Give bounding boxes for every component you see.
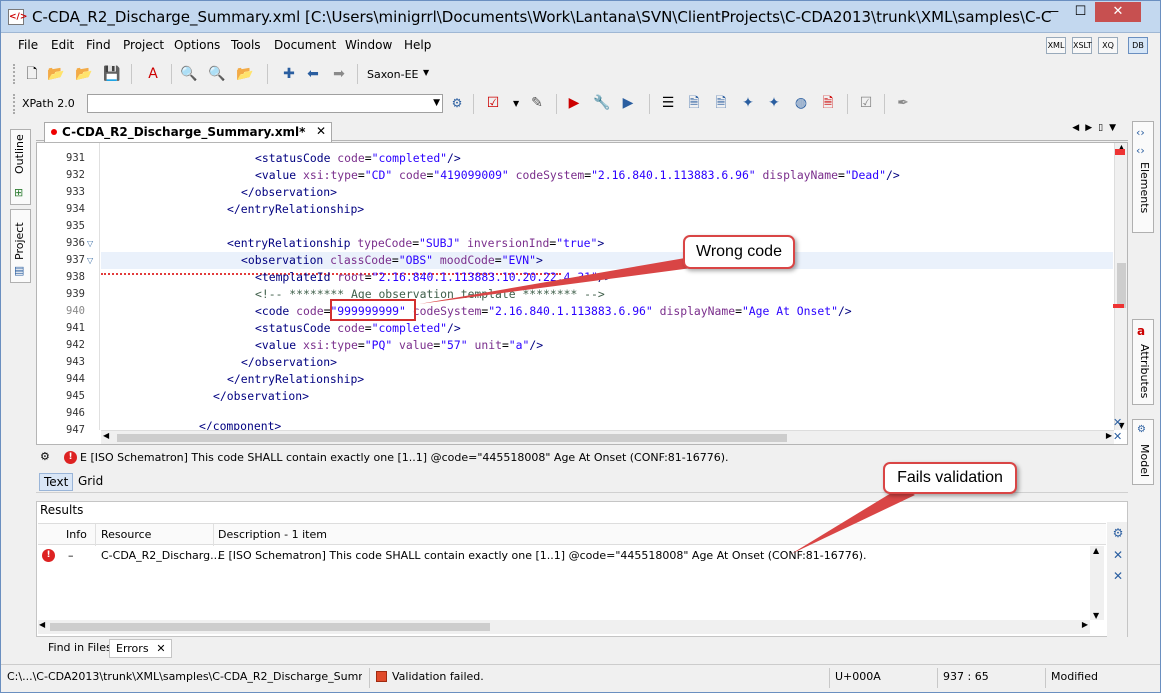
wrong-code-arrow <box>419 257 699 304</box>
fails-validation-callout: Fails validation <box>883 462 1017 494</box>
app-window: </> C-CDA_R2_Discharge_Summary.xml [C:\U… <box>0 0 1161 693</box>
wrong-code-callout: Wrong code <box>683 235 795 269</box>
fails-validation-arrow <box>791 487 915 554</box>
callout-arrows <box>419 257 915 554</box>
